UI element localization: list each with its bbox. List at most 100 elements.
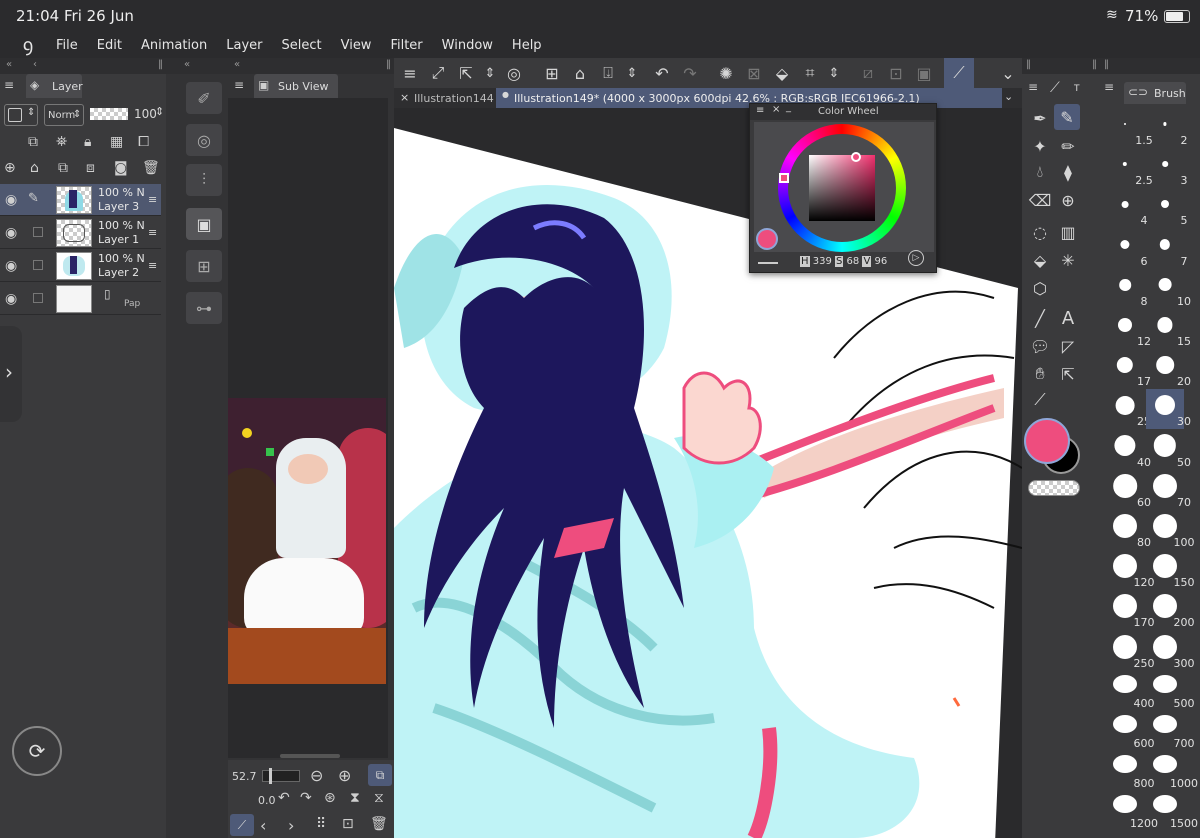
opacity-slider[interactable] (90, 108, 128, 120)
brush-size-200[interactable]: 200 (1146, 590, 1195, 630)
transparent-color-swatch[interactable] (1028, 480, 1080, 496)
merge-down-icon[interactable]: ⧉ (58, 160, 68, 176)
main-color-circle[interactable] (1024, 418, 1070, 464)
sv-picker-handle[interactable] (851, 152, 861, 162)
brush-tool-button[interactable]: ✎ (1054, 104, 1080, 130)
transform-icon[interactable]: ⇱ (454, 61, 478, 85)
reference-layer-icon[interactable]: ⛯ (56, 134, 67, 150)
flip-vertical-icon[interactable]: ⧖ (374, 790, 384, 806)
tab-illustration144[interactable]: × Illustration144 (394, 88, 494, 108)
brush-size-70[interactable]: 70 (1146, 470, 1191, 510)
menu-window[interactable]: Window (442, 38, 493, 53)
airbrush-tool-icon[interactable]: ⧫ (1056, 160, 1080, 184)
fit-view-button[interactable]: ⧉ (368, 764, 392, 786)
chevron-down-icon[interactable]: ⌄ (996, 61, 1020, 85)
brush-size-300[interactable]: 300 (1146, 631, 1195, 671)
opacity-stepper-icon[interactable]: ⇕ (155, 105, 164, 118)
line-tool-icon[interactable]: ╱ (1028, 306, 1052, 330)
brush-size-17[interactable]: 17 (1106, 349, 1151, 389)
text-tool-icon[interactable]: A (1056, 306, 1080, 330)
pen-tool-icon[interactable]: ✒ (1028, 106, 1052, 130)
side-collapse-handle[interactable]: › (0, 326, 22, 422)
drag-handle-icon[interactable]: ≡ (148, 193, 157, 206)
drag-handle-icon[interactable]: ≡ (148, 259, 157, 272)
tool-tab-t-icon[interactable]: T (1074, 84, 1080, 94)
zoom-slider[interactable] (262, 768, 300, 784)
blend-tool-icon[interactable]: 💧︎ (1028, 160, 1052, 184)
object-tool-icon[interactable]: ⬡ (1028, 276, 1052, 300)
minimize-icon[interactable]: _ (786, 102, 791, 113)
brush-size-1.5[interactable]: 1.5 (1106, 108, 1153, 148)
close-tab-icon[interactable]: × (400, 91, 409, 104)
menu-view[interactable]: View (341, 38, 372, 53)
saturation-value-square[interactable] (809, 155, 875, 221)
brush-size-3[interactable]: 3 (1146, 148, 1188, 188)
menu-filter[interactable]: Filter (390, 38, 422, 53)
invert-selection-icon[interactable]: ⊡ (884, 61, 908, 85)
color-wheel-expand-icon[interactable]: ▷ (908, 250, 924, 266)
zoom-out-icon[interactable]: ⊖ (310, 766, 323, 785)
menu-select[interactable]: Select (281, 38, 321, 53)
zoom-value[interactable]: 52.7 (232, 770, 257, 783)
brush-size-20[interactable]: 20 (1146, 349, 1191, 389)
brush-size-10[interactable]: 10 (1146, 269, 1191, 309)
copy-layer-icon[interactable]: ⧈ (86, 160, 95, 176)
lock-icon[interactable]: 🔒︎ (84, 134, 91, 150)
hue-picker-handle[interactable] (779, 173, 789, 183)
color-wheel-titlebar[interactable]: ≡ × _ Color Wheel (750, 102, 936, 120)
layer-property-toggle[interactable]: ⊶ (186, 292, 222, 324)
globe-tool-icon[interactable]: ⊕ (1056, 188, 1080, 212)
panel-menu-icon[interactable]: ≡ (1104, 80, 1114, 94)
panel-menu-icon[interactable]: ≡ (1028, 80, 1038, 94)
sub-view-scrollbar[interactable] (280, 754, 340, 758)
navigator-toggle[interactable]: ◎ (186, 124, 222, 156)
tabs-chevron-down-icon[interactable]: ⌄ (1004, 90, 1013, 103)
loading-icon[interactable]: ✺ (714, 61, 738, 85)
brush-size-2[interactable]: 2 (1146, 108, 1188, 148)
main-color-swatch[interactable] (756, 228, 778, 250)
undo-icon[interactable]: ↶ (650, 61, 674, 85)
brush-size-4[interactable]: 4 (1106, 188, 1148, 228)
layer-type-selector[interactable]: ⇕ (4, 104, 38, 126)
import-image-icon[interactable]: ⊡ (342, 816, 354, 832)
angle-value[interactable]: 0.0 (258, 794, 276, 807)
brush-size-2.5[interactable]: 2.5 (1106, 148, 1153, 188)
move-tool-icon[interactable]: ⇱ (1056, 362, 1080, 386)
menu-help[interactable]: Help (512, 38, 542, 53)
sparkle-tool-icon[interactable]: ✦ (1028, 134, 1052, 158)
brush-size-50[interactable]: 50 (1146, 430, 1191, 470)
sub-view-toggle[interactable]: ▣ (186, 208, 222, 240)
redo-icon[interactable]: ↷ (678, 61, 702, 85)
layer-panel-collapse-bar[interactable]: «‹ ‖ (0, 58, 166, 74)
brush-size-40[interactable]: 40 (1106, 430, 1151, 470)
clear-icon[interactable]: ⊠ (742, 61, 766, 85)
delete-image-icon[interactable]: 🗑︎ (370, 816, 388, 832)
tab-layer[interactable]: ◈ Layer (26, 74, 83, 98)
brush-size-6[interactable]: 6 (1106, 229, 1148, 269)
sub-view-area[interactable] (228, 98, 388, 758)
layer-select-checkbox[interactable] (33, 227, 43, 237)
brush-size-30[interactable]: 30 (1146, 389, 1191, 430)
mask-enable-icon[interactable]: ⧠ (138, 134, 149, 150)
reset-rotation-icon[interactable]: ⊛ (324, 790, 336, 806)
eye-icon[interactable]: ◉ (5, 291, 17, 307)
layer-row-layer-3[interactable]: ◉ ✎ 100 % N Layer 3 ≡ (0, 184, 161, 216)
layer-row-layer-2[interactable]: ◉ 100 % N Layer 2 ≡ (0, 250, 161, 282)
ruler-tool-icon[interactable]: ◸ (1056, 334, 1080, 358)
grid-icon[interactable]: ⠿ (316, 816, 326, 832)
hamburger-menu-icon[interactable]: ≡ (398, 61, 422, 85)
canvas-size-icon[interactable]: ⤢ (426, 61, 450, 85)
material-toggle[interactable]: ⊞ (186, 250, 222, 282)
fill-tool-icon[interactable]: ⬙ (1028, 248, 1052, 272)
brush-size-600[interactable]: 600 (1106, 711, 1155, 751)
eye-icon[interactable]: ◉ (5, 258, 17, 274)
balloon-tool-icon[interactable]: 💬︎ (1028, 334, 1052, 358)
marker-tool-icon[interactable]: ✏ (1056, 134, 1080, 158)
tab-brush[interactable]: ⊂⊃ Brush (1124, 82, 1186, 104)
menu-animation[interactable]: Animation (141, 38, 207, 53)
selection-border-icon[interactable]: ▣ (912, 61, 936, 85)
new-folder-icon[interactable]: ⌂ (30, 160, 39, 176)
stepper-icon[interactable]: ⇕ (822, 61, 846, 85)
layer-row-layer-1[interactable]: ◉ 100 % N Layer 1 ≡ (0, 217, 161, 249)
stepper-icon[interactable]: ⇕ (478, 61, 502, 85)
